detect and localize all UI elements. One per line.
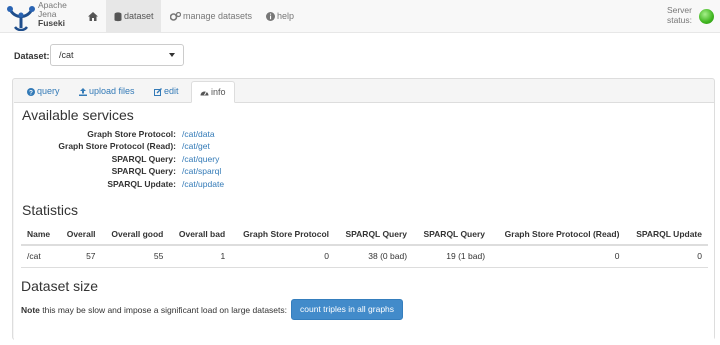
service-row: SPARQL Query: /cat/sparql bbox=[14, 165, 314, 177]
service-name: SPARQL Query: bbox=[111, 166, 176, 176]
tab-upload-files[interactable]: upload files bbox=[71, 81, 143, 103]
service-link-update[interactable]: /cat/update bbox=[182, 178, 224, 190]
nav-dataset-label: dataset bbox=[124, 11, 154, 21]
navbar: Apache Jena Fuseki dataset manage datase… bbox=[0, 0, 720, 33]
svg-text:?: ? bbox=[29, 89, 33, 96]
table-cell: /cat bbox=[21, 245, 59, 268]
service-name: SPARQL Update: bbox=[107, 179, 176, 189]
table-header-row: Name Overall Overall good Overall bad Gr… bbox=[21, 223, 708, 246]
column-header: Graph Store Protocol (Read) bbox=[491, 223, 626, 246]
column-header: Graph Store Protocol bbox=[231, 223, 336, 246]
count-triples-button[interactable]: count triples in all graphs bbox=[291, 299, 404, 320]
column-header: SPARQL Update bbox=[625, 223, 708, 246]
dataset-select-value: /cat bbox=[59, 50, 74, 60]
tab-info[interactable]: info bbox=[191, 81, 235, 103]
table-row: /cat 57 55 1 0 38 (0 bad) 19 (1 bad) 0 0 bbox=[21, 245, 708, 268]
dataset-select[interactable]: /cat bbox=[50, 44, 184, 66]
column-header: SPARQL Query bbox=[335, 223, 414, 246]
service-link-query[interactable]: /cat/query bbox=[182, 153, 219, 165]
nav-dataset[interactable]: dataset bbox=[106, 0, 161, 33]
nav-manage-datasets[interactable]: manage datasets bbox=[170, 0, 255, 33]
service-link-sparql[interactable]: /cat/sparql bbox=[182, 165, 221, 177]
nav-help[interactable]: help bbox=[266, 0, 306, 33]
tab-query-label: query bbox=[37, 86, 60, 96]
server-status-label: Server status: bbox=[667, 5, 692, 25]
home-icon bbox=[88, 12, 98, 22]
statistics-heading: Statistics bbox=[22, 202, 79, 218]
dataset-label: Dataset: bbox=[14, 51, 50, 61]
column-header: Name bbox=[21, 223, 59, 246]
tab-info-label: info bbox=[211, 87, 226, 97]
upload-icon bbox=[79, 87, 87, 96]
note-text: this may be slow and impose a significan… bbox=[39, 305, 288, 315]
table-cell: 38 (0 bad) bbox=[335, 245, 414, 268]
tab-upload-label: upload files bbox=[89, 86, 135, 96]
service-name: Graph Store Protocol: bbox=[87, 129, 176, 139]
column-header: Overall good bbox=[101, 223, 170, 246]
brand-line-3: Fuseki bbox=[38, 18, 65, 28]
column-header: Overall bad bbox=[169, 223, 232, 246]
column-header: Overall bbox=[58, 223, 102, 246]
tab-edit-label: edit bbox=[164, 86, 179, 96]
service-row: SPARQL Update: /cat/update bbox=[14, 178, 314, 190]
edit-icon bbox=[154, 87, 162, 96]
table-cell: 0 bbox=[491, 245, 626, 268]
info-circle-icon bbox=[266, 12, 275, 22]
service-name: Graph Store Protocol (Read): bbox=[58, 141, 176, 151]
dashboard-icon bbox=[200, 91, 209, 96]
dataset-size-heading: Dataset size bbox=[21, 278, 99, 294]
brand-text: Apache Jena Fuseki bbox=[38, 1, 67, 28]
service-row: SPARQL Query: /cat/query bbox=[14, 153, 314, 165]
service-row: Graph Store Protocol: /cat/data bbox=[14, 128, 314, 140]
brand-logo-link[interactable]: Apache Jena Fuseki bbox=[6, 1, 76, 32]
caret-down-icon bbox=[169, 53, 175, 57]
column-header: SPARQL Query bbox=[413, 223, 492, 246]
table-cell: 57 bbox=[58, 245, 102, 268]
available-services-heading: Available services bbox=[22, 107, 134, 123]
database-icon bbox=[114, 12, 122, 21]
server-label-line-1: Server bbox=[666, 5, 692, 15]
note-label: Note bbox=[21, 305, 40, 315]
tab-query[interactable]: ? query bbox=[19, 81, 68, 103]
table-cell: 0 bbox=[231, 245, 336, 268]
service-row: Graph Store Protocol (Read): /cat/get bbox=[14, 140, 314, 152]
server-status-indicator bbox=[699, 9, 714, 24]
service-link-data[interactable]: /cat/data bbox=[182, 128, 215, 140]
table-cell: 1 bbox=[169, 245, 232, 268]
service-link-get[interactable]: /cat/get bbox=[182, 140, 210, 152]
service-name: SPARQL Query: bbox=[111, 154, 176, 164]
table-cell: 19 (1 bad) bbox=[413, 245, 492, 268]
jena-logo-icon bbox=[7, 6, 35, 31]
tab-edit[interactable]: edit bbox=[146, 81, 187, 103]
nav-manage-label: manage datasets bbox=[183, 11, 253, 21]
nav-home[interactable] bbox=[82, 0, 106, 33]
dataset-size-note: Note this may be slow and impose a signi… bbox=[21, 305, 287, 315]
question-circle-icon: ? bbox=[27, 87, 35, 96]
cogs-icon bbox=[170, 12, 181, 21]
nav-help-label: help bbox=[277, 11, 295, 21]
table-cell: 0 bbox=[625, 245, 708, 268]
server-label-line-2: status: bbox=[666, 15, 692, 25]
table-cell: 55 bbox=[101, 245, 170, 268]
statistics-table: Name Overall Overall good Overall bad Gr… bbox=[21, 223, 708, 268]
